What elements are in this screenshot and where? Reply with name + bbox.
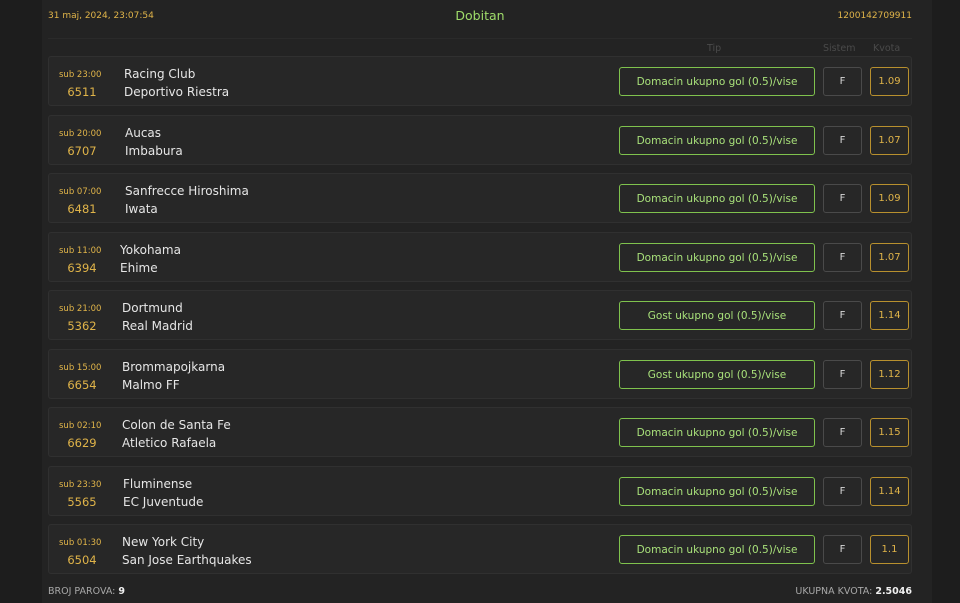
sistem-button[interactable]: F xyxy=(823,243,862,272)
match-time: sub 21:00 xyxy=(59,304,102,314)
away-team: San Jose Earthquakes xyxy=(122,553,252,567)
match-row: sub 01:30 6504 New York City San Jose Ea… xyxy=(48,524,912,574)
sistem-button[interactable]: F xyxy=(823,477,862,506)
bet-tip-button[interactable]: Gost ukupno gol (0.5)/vise xyxy=(619,360,815,389)
sistem-button[interactable]: F xyxy=(823,67,862,96)
match-code: 6511 xyxy=(67,85,97,99)
odds-button[interactable]: 1.07 xyxy=(870,126,909,155)
odds-button[interactable]: 1.15 xyxy=(870,418,909,447)
sistem-button[interactable]: F xyxy=(823,535,862,564)
match-row: sub 23:30 5565 Fluminense EC Juventude D… xyxy=(48,466,912,516)
ticket-id: 1200142709911 xyxy=(837,11,912,21)
match-row: sub 07:00 6481 Sanfrecce Hiroshima Iwata… xyxy=(48,173,912,223)
away-team: Atletico Rafaela xyxy=(122,436,217,450)
sistem-button[interactable]: F xyxy=(823,418,862,447)
odds-button[interactable]: 1.12 xyxy=(870,360,909,389)
home-team: Aucas xyxy=(125,126,162,140)
bet-tip-button[interactable]: Domacin ukupno gol (0.5)/vise xyxy=(619,67,815,96)
away-team: Iwata xyxy=(125,202,158,216)
match-code: 5362 xyxy=(67,319,97,333)
odds-button[interactable]: 1.14 xyxy=(870,301,909,330)
match-time: sub 07:00 xyxy=(59,187,102,197)
match-row: sub 15:00 6654 Brommapojkarna Malmo FF G… xyxy=(48,349,912,399)
match-code: 5565 xyxy=(67,495,97,509)
column-header-sistem: Sistem xyxy=(823,43,856,54)
pairs-count-value: 9 xyxy=(118,586,126,597)
match-row: sub 20:00 6707 Aucas Imbabura Domacin uk… xyxy=(48,115,912,165)
odds-button[interactable]: 1.07 xyxy=(870,243,909,272)
away-team: Malmo FF xyxy=(122,378,180,392)
odds-button[interactable]: 1.1 xyxy=(870,535,909,564)
ticket-header: 31 maj, 2024, 23:07:54 Dobitan 120014270… xyxy=(48,0,912,34)
match-code: 6629 xyxy=(67,436,97,450)
match-time: sub 23:30 xyxy=(59,480,102,490)
match-time: sub 11:00 xyxy=(59,246,102,256)
match-code: 6394 xyxy=(67,261,97,275)
home-team: Fluminense xyxy=(123,477,193,491)
total-odds-value: 2.5046 xyxy=(875,586,912,597)
home-team: New York City xyxy=(122,535,205,549)
away-team: EC Juventude xyxy=(123,495,204,509)
bet-tip-button[interactable]: Gost ukupno gol (0.5)/vise xyxy=(619,301,815,330)
match-time: sub 02:10 xyxy=(59,421,102,431)
match-time: sub 20:00 xyxy=(59,129,102,139)
total-odds-label: UKUPNA KVOTA: xyxy=(795,586,873,597)
pairs-count-label: BROJ PAROVA: xyxy=(48,586,116,597)
home-team: Colon de Santa Fe xyxy=(122,418,231,432)
header-divider xyxy=(48,38,912,39)
away-team: Deportivo Riestra xyxy=(124,85,230,99)
match-code: 6504 xyxy=(67,553,97,567)
bet-tip-button[interactable]: Domacin ukupno gol (0.5)/vise xyxy=(619,184,815,213)
match-time: sub 23:00 xyxy=(59,70,102,80)
away-team: Imbabura xyxy=(125,144,183,158)
bet-tip-button[interactable]: Domacin ukupno gol (0.5)/vise xyxy=(619,477,815,506)
bet-tip-button[interactable]: Domacin ukupno gol (0.5)/vise xyxy=(619,126,815,155)
sistem-button[interactable]: F xyxy=(823,360,862,389)
sistem-button[interactable]: F xyxy=(823,301,862,330)
pairs-count: BROJ PAROVA: 9 xyxy=(48,586,125,597)
away-team: Ehime xyxy=(120,261,158,275)
home-team: Sanfrecce Hiroshima xyxy=(125,184,249,198)
odds-button[interactable]: 1.14 xyxy=(870,477,909,506)
match-code: 6481 xyxy=(67,202,97,216)
odds-button[interactable]: 1.09 xyxy=(870,67,909,96)
match-row: sub 11:00 6394 Yokohama Ehime Domacin uk… xyxy=(48,232,912,282)
bet-tip-button[interactable]: Domacin ukupno gol (0.5)/vise xyxy=(619,535,815,564)
bet-tip-button[interactable]: Domacin ukupno gol (0.5)/vise xyxy=(619,418,815,447)
match-code: 6707 xyxy=(67,144,97,158)
sistem-button[interactable]: F xyxy=(823,126,862,155)
sistem-button[interactable]: F xyxy=(823,184,862,213)
match-time: sub 01:30 xyxy=(59,538,102,548)
match-row: sub 21:00 5362 Dortmund Real Madrid Gost… xyxy=(48,290,912,340)
column-header-kvota: Kvota xyxy=(873,43,901,54)
home-team: Dortmund xyxy=(122,301,183,315)
column-header-tip: Tip xyxy=(707,43,722,54)
ticket-status: Dobitan xyxy=(455,8,505,23)
match-code: 6654 xyxy=(67,378,97,392)
home-team: Brommapojkarna xyxy=(122,360,226,374)
odds-button[interactable]: 1.09 xyxy=(870,184,909,213)
home-team: Yokohama xyxy=(120,243,181,257)
home-team: Racing Club xyxy=(124,67,196,81)
match-time: sub 15:00 xyxy=(59,363,102,373)
total-odds: UKUPNA KVOTA: 2.5046 xyxy=(795,586,912,597)
bet-tip-button[interactable]: Domacin ukupno gol (0.5)/vise xyxy=(619,243,815,272)
away-team: Real Madrid xyxy=(122,319,193,333)
match-row: sub 23:00 6511 Racing Club Deportivo Rie… xyxy=(48,56,912,106)
match-row: sub 02:10 6629 Colon de Santa Fe Atletic… xyxy=(48,407,912,457)
